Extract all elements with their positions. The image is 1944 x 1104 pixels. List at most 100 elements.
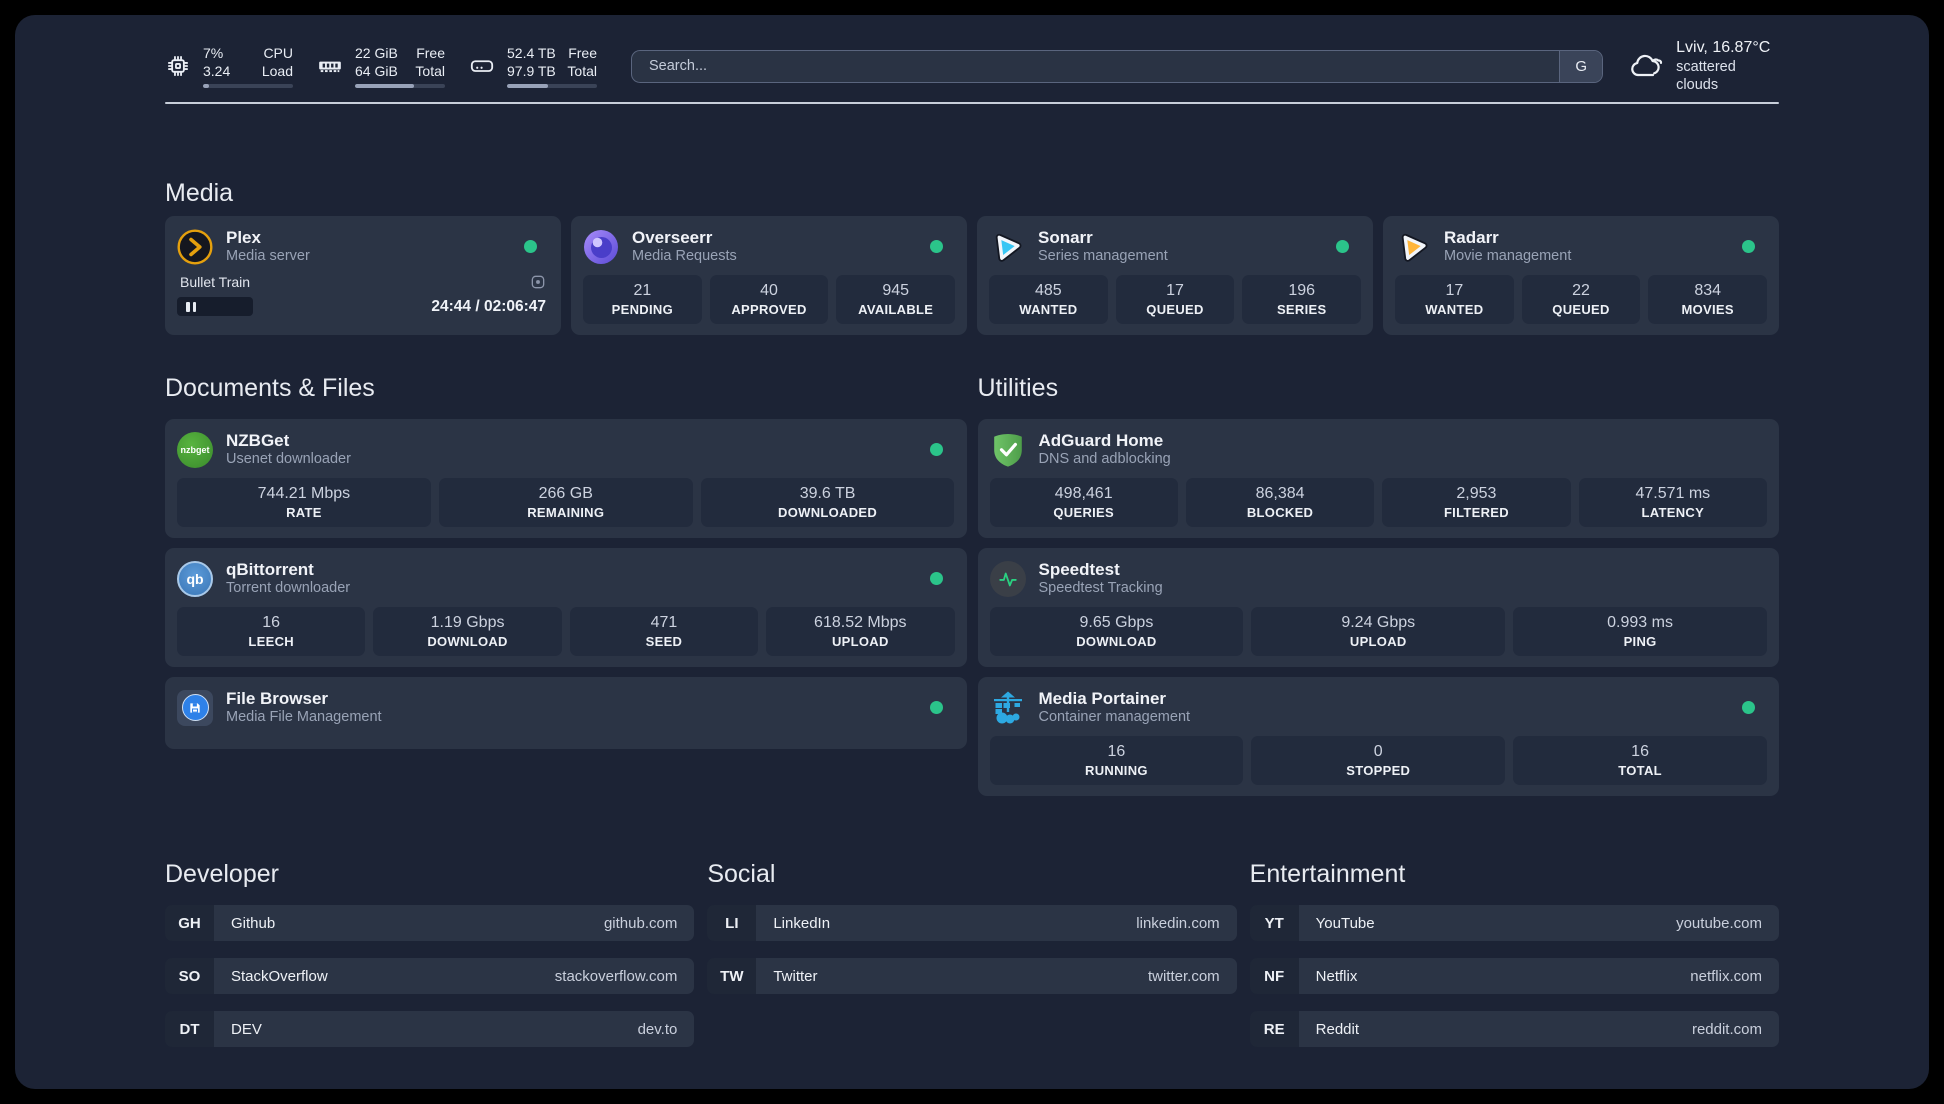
radarr-icon <box>1395 229 1431 265</box>
dashboard-panel: 7% 3.24 CPU Load 22 GiB 64 GiB Free Tota… <box>15 15 1929 1089</box>
memory-total: 64 GiB <box>355 63 398 79</box>
service-name: AdGuard Home <box>1038 431 1164 450</box>
bookmark-abbr: DT <box>165 1011 214 1047</box>
bookmark-name: StackOverflow <box>231 967 328 985</box>
memory-progress-bar <box>355 84 445 88</box>
stat-ping: 0.993 ms PING <box>1513 607 1767 656</box>
service-card-speedtest[interactable]: Speedtest Speedtest Tracking 9.65 Gbps DO… <box>977 548 1779 667</box>
service-card-plex[interactable]: Plex Media server Bullet Train 24:44 / 0… <box>165 216 561 335</box>
service-desc: Torrent downloader <box>226 580 351 596</box>
bookmark-url: github.com <box>603 914 678 932</box>
bookmark-twitter[interactable]: TW Twitter twitter.com <box>707 958 1237 994</box>
service-card-nzbget[interactable]: nzbget NZBGet Usenet downloader 744.21 M… <box>165 419 967 538</box>
bookmark-abbr: RE <box>1249 1011 1299 1047</box>
section-title-developer: Developer <box>165 860 279 888</box>
service-card-sonarr[interactable]: Sonarr Series management 485 WANTED 17 QUE… <box>977 216 1373 335</box>
section-title-media: Media <box>165 179 234 207</box>
pause-button[interactable] <box>177 297 253 316</box>
bookmark-name: DEV <box>231 1020 262 1038</box>
now-playing-title: Bullet Train <box>180 274 251 290</box>
bookmark-abbr: LI <box>707 905 757 941</box>
service-name: Speedtest <box>1038 560 1120 579</box>
portainer-icon <box>990 690 1026 726</box>
stat-pending: 21 PENDING <box>583 275 702 324</box>
weather-widget[interactable]: Lviv, 16.87°C scattered clouds <box>1629 38 1779 94</box>
speedtest-icon <box>989 560 1026 597</box>
service-desc: Container management <box>1038 709 1191 725</box>
bookmark-abbr: YT <box>1249 905 1299 941</box>
stat-leech: 16 LEECH <box>177 607 366 656</box>
stat-queued: 22 QUEUED <box>1521 275 1641 324</box>
search-provider-button[interactable]: G <box>1559 50 1603 82</box>
section-title-documents: Documents & Files <box>165 374 375 402</box>
bookmark-stackoverflow[interactable]: SO StackOverflow stackoverflow.com <box>165 958 695 994</box>
bookmark-dev[interactable]: DT DEV dev.to <box>165 1011 695 1047</box>
disk-free-label: Free <box>568 45 597 61</box>
cpu-load: 3.24 <box>203 63 231 79</box>
bookmark-name: YouTube <box>1315 914 1375 932</box>
service-card-overseerr[interactable]: Overseerr Media Requests 21 PENDING 40 APP… <box>571 216 967 335</box>
stat-blocked: 86,384 BLOCKED <box>1185 478 1375 527</box>
stat-filtered: 2,953 FILTERED <box>1382 478 1571 527</box>
service-card-qbittorrent[interactable]: qb qBittorrent Torrent downloader 16 LEEC… <box>165 548 967 667</box>
cpu-percent: 7% <box>203 45 224 61</box>
bookmark-group-developer: Developer GH Github github.com SO StackO… <box>165 859 695 1047</box>
service-desc: Media Requests <box>632 248 737 264</box>
filebrowser-icon <box>177 689 213 726</box>
bookmark-linkedin[interactable]: LI LinkedIn linkedin.com <box>707 905 1237 941</box>
bookmark-reddit[interactable]: RE Reddit reddit.com <box>1249 1011 1779 1047</box>
service-name: Sonarr <box>1038 228 1093 247</box>
bookmark-github[interactable]: GH Github github.com <box>165 905 695 941</box>
status-dot-online <box>524 240 537 253</box>
status-dot-online <box>929 701 943 714</box>
stat-downloaded: 39.6 TB DOWNLOADED <box>700 478 955 527</box>
bookmark-group-entertainment: Entertainment YT YouTube youtube.com NF … <box>1249 859 1779 1047</box>
service-name: Radarr <box>1444 228 1499 247</box>
bookmark-url: twitter.com <box>1147 967 1220 985</box>
cpu-icon <box>165 53 191 79</box>
sonarr-icon <box>989 229 1025 265</box>
bookmark-name: Twitter <box>773 967 818 985</box>
bookmark-group-social: Social LI LinkedIn linkedin.com TW Twitt… <box>707 859 1237 994</box>
bookmark-url: dev.to <box>637 1020 678 1038</box>
bookmark-netflix[interactable]: NF Netflix netflix.com <box>1249 958 1779 994</box>
disk-progress-bar <box>507 84 597 88</box>
service-card-adguard[interactable]: AdGuard Home DNS and adblocking 498,461 Q… <box>977 419 1779 538</box>
playback-time: 24:44 / 02:06:47 <box>431 297 546 315</box>
stat-upload: 618.52 Mbps UPLOAD <box>766 607 955 656</box>
status-dot-online <box>1742 240 1755 253</box>
overseerr-icon <box>583 229 619 265</box>
service-card-filebrowser[interactable]: File Browser Media File Management <box>165 677 967 749</box>
stat-wanted: 17 WANTED <box>1395 275 1514 324</box>
service-card-portainer[interactable]: Media Portainer Container management 16 R… <box>977 677 1779 796</box>
status-dot-online <box>1742 701 1755 714</box>
bookmark-youtube[interactable]: YT YouTube youtube.com <box>1249 905 1779 941</box>
search-input[interactable] <box>632 50 1560 82</box>
service-desc: DNS and adblocking <box>1038 451 1171 467</box>
memory-total-label: Total <box>415 63 445 79</box>
header-divider <box>165 102 1779 104</box>
stat-remaining: 266 GB REMAINING <box>438 478 693 527</box>
bookmark-url: stackoverflow.com <box>554 967 678 985</box>
stat-queries: 498,461 QUERIES <box>989 478 1178 527</box>
cpu-load-label: Load <box>261 63 293 79</box>
service-desc: Media server <box>226 248 310 264</box>
service-name: File Browser <box>226 689 329 708</box>
bookmark-url: youtube.com <box>1676 914 1762 932</box>
service-name: Media Portainer <box>1038 689 1167 708</box>
service-card-radarr[interactable]: Radarr Movie management 17 WANTED 22 QUEUE… <box>1383 216 1779 335</box>
bookmark-abbr: GH <box>165 905 214 941</box>
service-name: Plex <box>226 228 261 247</box>
bookmark-name: Github <box>231 914 276 932</box>
memory-free-label: Free <box>416 45 445 61</box>
bookmark-url: linkedin.com <box>1136 914 1220 932</box>
stat-seed: 471 SEED <box>569 607 759 656</box>
memory-stat-widget: 22 GiB 64 GiB Free Total <box>317 44 445 88</box>
service-desc: Usenet downloader <box>226 451 351 467</box>
status-dot-online <box>929 443 943 456</box>
service-name: NZBGet <box>226 431 290 450</box>
media-grid: Plex Media server Bullet Train 24:44 / 0… <box>165 216 1779 335</box>
disk-free: 52.4 TB <box>507 45 556 61</box>
stat-running: 16 RUNNING <box>989 736 1244 785</box>
stat-total: 16 TOTAL <box>1513 736 1767 785</box>
